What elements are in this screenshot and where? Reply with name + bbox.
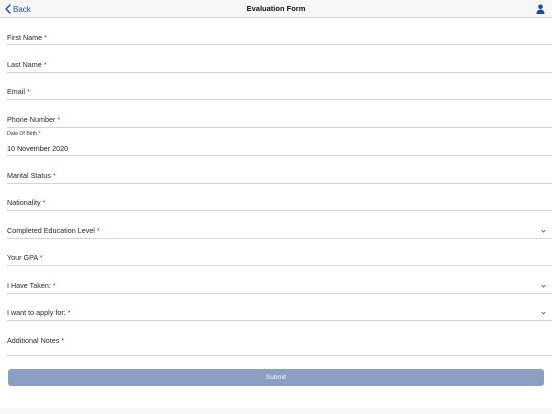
last-name-field[interactable]: Last Name * <box>7 55 552 73</box>
bottom-bar <box>0 408 552 414</box>
gpa-field[interactable]: Your GPA * <box>7 248 552 266</box>
nationality-field[interactable]: Nationality * <box>7 193 552 211</box>
chevron-down-icon <box>541 284 546 288</box>
additional-notes-label: Additional Notes * <box>7 336 65 345</box>
education-level-label: Completed Education Level * <box>7 226 100 235</box>
first-name-label: First Name * <box>7 33 47 42</box>
gpa-label: Your GPA * <box>7 253 43 262</box>
date-of-birth-label: Date Of Birth * <box>7 131 41 137</box>
apply-for-label: I want to apply for: * <box>7 308 71 317</box>
user-icon[interactable] <box>536 4 545 14</box>
apply-for-select[interactable]: I want to apply for: * <box>7 303 552 321</box>
chevron-down-icon <box>541 229 546 233</box>
phone-number-label: Phone Number * <box>7 115 61 124</box>
tests-taken-select[interactable]: I Have Taken: * <box>7 276 552 294</box>
chevron-down-icon <box>541 311 546 315</box>
education-level-select[interactable]: Completed Education Level * <box>7 221 552 239</box>
phone-number-field[interactable]: Phone Number * <box>7 110 552 128</box>
additional-notes-field[interactable]: Additional Notes * <box>7 330 552 356</box>
submit-button[interactable]: Submit <box>8 369 544 386</box>
page-title: Evaluation Form <box>246 4 306 13</box>
marital-status-label: Marital Status * <box>7 171 56 180</box>
nationality-label: Nationality * <box>7 198 46 207</box>
last-name-label: Last Name * <box>7 60 47 69</box>
marital-status-field[interactable]: Marital Status * <box>7 166 552 184</box>
navigation-bar: Back Evaluation Form <box>0 0 552 18</box>
date-of-birth-value: 10 November 2020 <box>7 144 69 153</box>
date-of-birth-field[interactable]: Date Of Birth * 10 November 2020 <box>7 131 552 156</box>
first-name-field[interactable]: First Name * <box>7 27 552 45</box>
email-field[interactable]: Email * <box>7 82 552 100</box>
tests-taken-label: I Have Taken: * <box>7 281 56 290</box>
email-label: Email * <box>7 87 30 96</box>
